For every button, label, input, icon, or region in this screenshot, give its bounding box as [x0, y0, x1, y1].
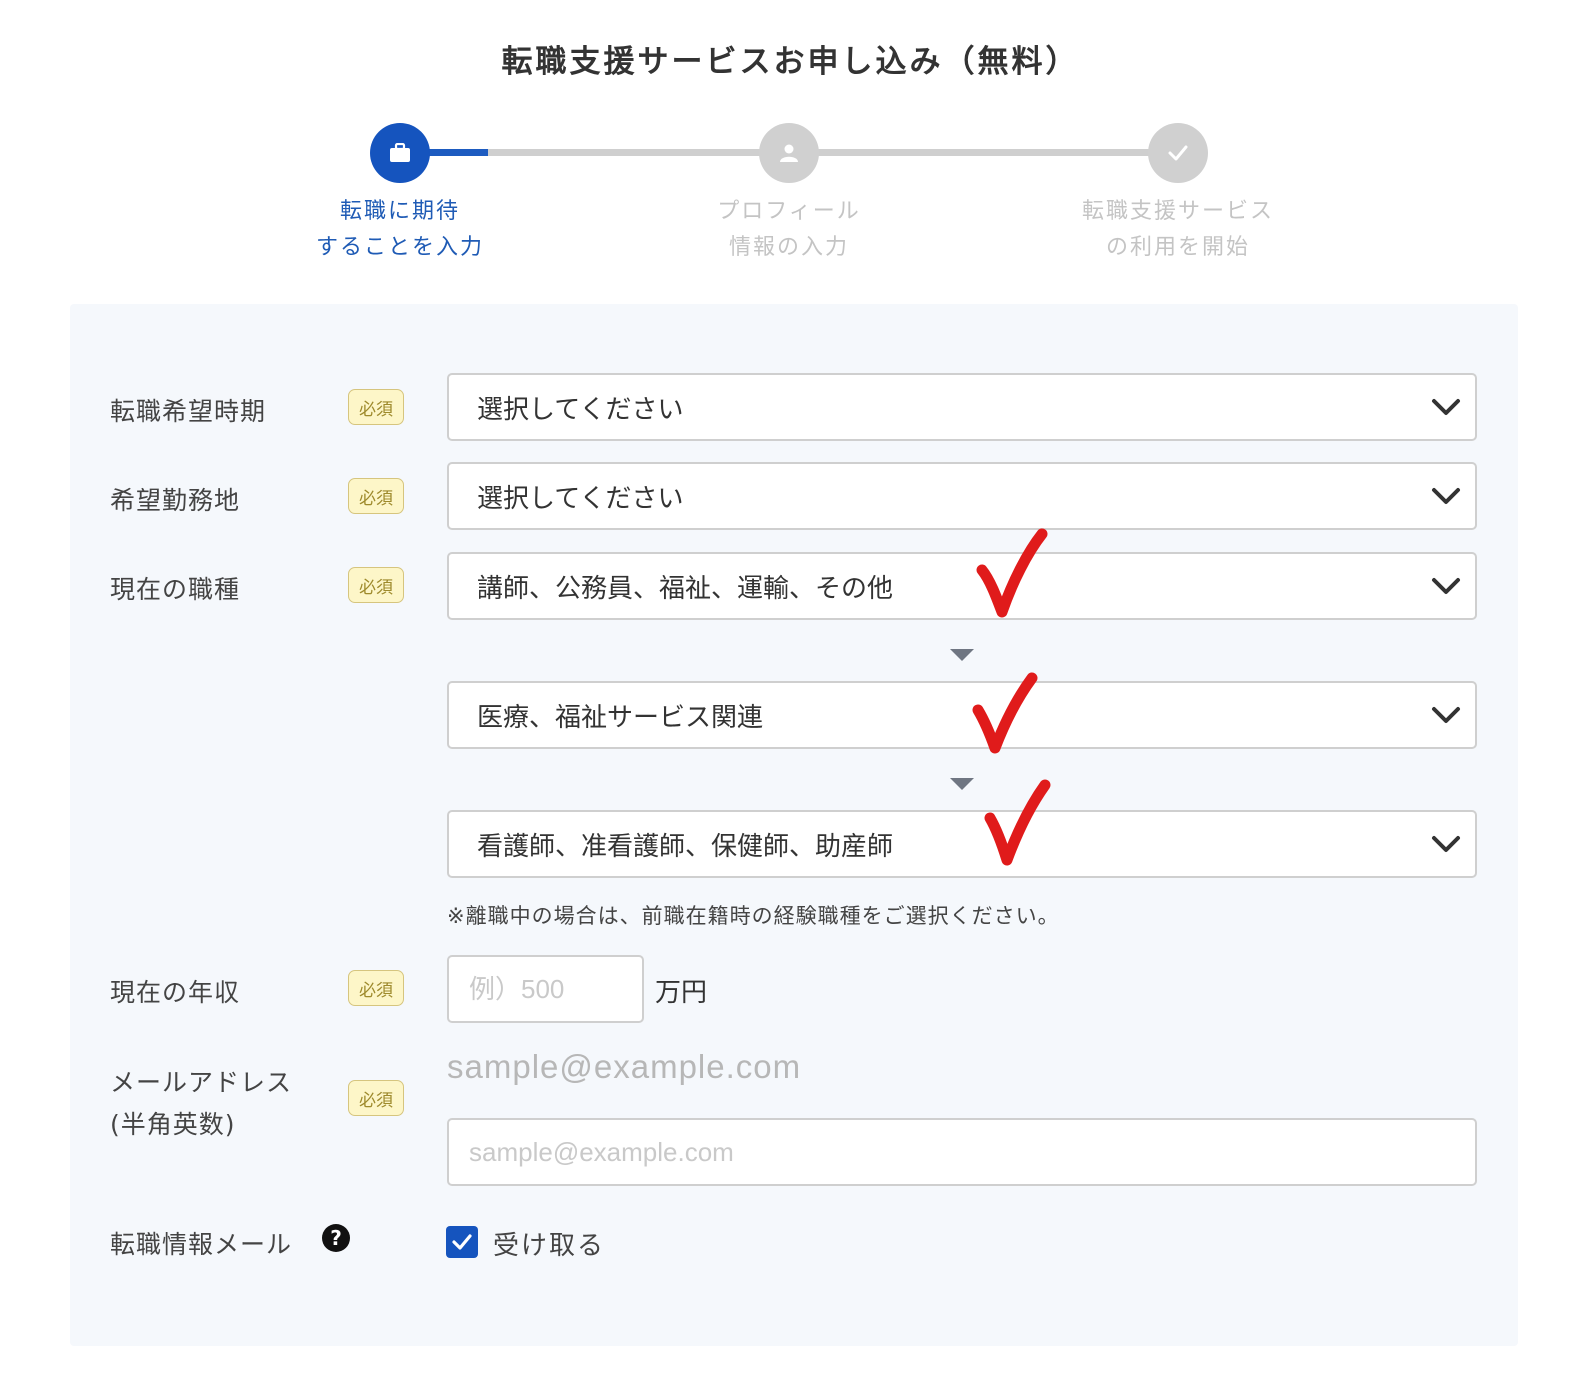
required-badge: 必須 — [348, 389, 404, 425]
email-example-text: sample@example.com — [447, 1048, 802, 1085]
step-1-circle — [370, 123, 430, 183]
job-detail-value: 看護師、准看護師、保健師、助産師 — [477, 831, 894, 862]
email-label-line2: (半角英数) — [110, 1110, 236, 1139]
required-badge: 必須 — [348, 1080, 404, 1116]
chevron-down-icon — [1432, 578, 1460, 594]
person-icon — [780, 144, 798, 162]
red-check-mark-icon — [984, 779, 1051, 866]
cascade-arrow-icon — [950, 649, 974, 661]
job-note: ※離職中の場合は、前職在籍時の経験職種をご選択ください。 — [447, 904, 1060, 928]
location-label: 希望勤務地 — [110, 486, 241, 515]
briefcase-icon — [390, 143, 410, 162]
email-label-line1: メールアドレス — [110, 1068, 293, 1097]
timing-select[interactable]: 選択してください — [447, 373, 1477, 441]
red-check-mark-icon — [976, 528, 1048, 618]
location-select-value: 選択してください — [477, 483, 684, 514]
location-select[interactable]: 選択してください — [447, 462, 1477, 530]
newsletter-checkbox[interactable] — [446, 1226, 478, 1258]
income-input[interactable] — [447, 955, 644, 1023]
income-unit: 万円 — [655, 978, 708, 1008]
step-2-circle — [759, 123, 819, 183]
income-label: 現在の年収 — [110, 978, 241, 1007]
chevron-down-icon — [1432, 488, 1460, 504]
newsletter-label: 転職情報メール — [110, 1230, 293, 1259]
job-subcategory-value: 医療、福祉サービス関連 — [477, 702, 764, 733]
job-category-value: 講師、公務員、福祉、運輸、その他 — [477, 573, 894, 604]
job-detail-select[interactable]: 看護師、准看護師、保健師、助産師 — [447, 810, 1477, 878]
required-badge: 必須 — [348, 567, 404, 603]
help-icon[interactable]: ? — [322, 1224, 350, 1252]
step-3-label: 転職支援サービス の利用を開始 — [1081, 199, 1274, 260]
required-badge: 必須 — [348, 970, 404, 1006]
job-label: 現在の職種 — [110, 575, 241, 604]
step-3-circle — [1148, 123, 1208, 183]
email-label: メールアドレス (半角英数) — [110, 1062, 292, 1146]
check-icon — [1168, 145, 1188, 161]
checkmark-icon — [452, 1234, 472, 1250]
chevron-down-icon — [1432, 836, 1460, 852]
cascade-arrow-icon — [950, 778, 974, 790]
red-check-mark-icon — [972, 672, 1038, 754]
job-subcategory-select[interactable]: 医療、福祉サービス関連 — [447, 681, 1477, 749]
email-input[interactable] — [447, 1118, 1477, 1186]
job-category-select[interactable]: 講師、公務員、福祉、運輸、その他 — [447, 552, 1477, 620]
step-1-label: 転職に期待 することを入力 — [315, 199, 484, 260]
chevron-down-icon — [1432, 707, 1460, 723]
timing-select-value: 選択してください — [477, 394, 684, 425]
newsletter-checkbox-label[interactable]: 受け取る — [493, 1225, 605, 1262]
chevron-down-icon — [1432, 399, 1460, 415]
page-title: 転職支援サービスお申し込み（無料） — [501, 44, 1080, 80]
step-2-label: プロフィール 情報の入力 — [717, 199, 861, 260]
timing-label: 転職希望時期 — [110, 397, 267, 426]
required-badge: 必須 — [348, 478, 404, 514]
